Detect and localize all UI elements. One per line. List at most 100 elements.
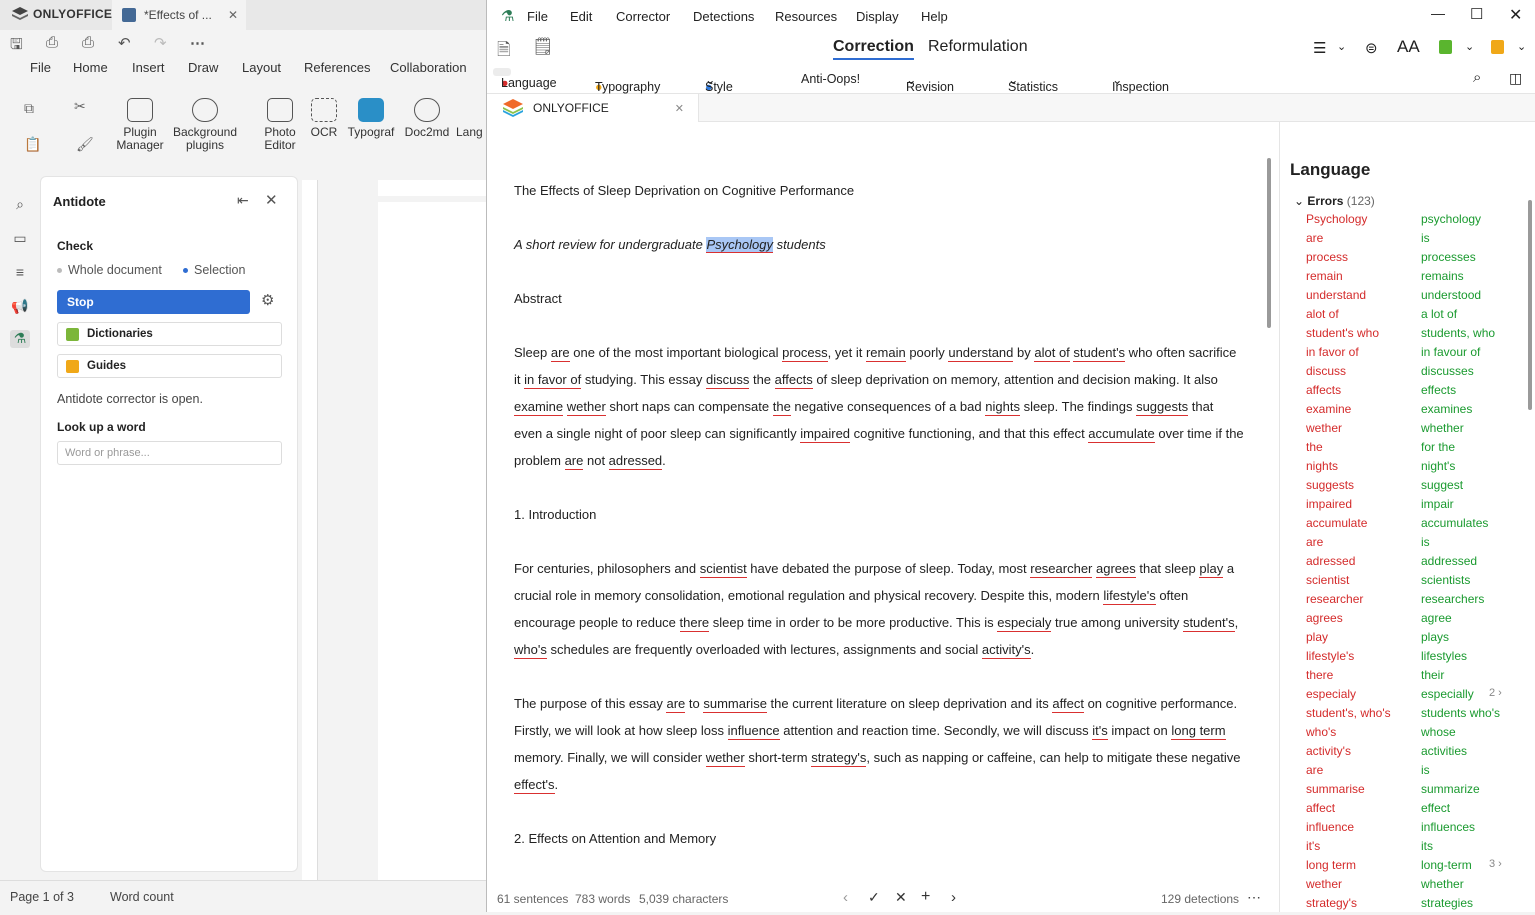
cut-icon[interactable]: ✂ xyxy=(74,98,86,115)
menu-help[interactable]: Help xyxy=(921,9,948,24)
effects-heading[interactable]: 2. Effects on Attention and Memory xyxy=(514,825,1244,852)
whole-document-option[interactable]: Whole document xyxy=(57,263,162,277)
errors-group-header[interactable]: ⌄ Errors (123) xyxy=(1294,194,1375,208)
correct-doc-icon[interactable]: 🗎 xyxy=(497,37,511,66)
filter-style[interactable]: ● Style ⌄ xyxy=(705,72,733,94)
close-tab-icon[interactable]: ✕ xyxy=(228,8,238,22)
error-row[interactable]: wether whether xyxy=(1280,421,1520,440)
error-row[interactable]: discuss discusses xyxy=(1280,364,1520,383)
announcement-icon[interactable]: 📢 xyxy=(10,298,30,316)
comments-icon[interactable]: ▭ xyxy=(10,230,30,248)
antidote-flask-icon[interactable]: ⚗ xyxy=(10,330,30,348)
text-scrollbar[interactable] xyxy=(1267,158,1271,328)
plugin-manager-button[interactable]: Plugin Manager xyxy=(112,98,168,152)
menu-file[interactable]: File xyxy=(527,9,548,24)
menu-detections[interactable]: Detections xyxy=(693,9,754,24)
correction-text-area[interactable]: The Effects of Sleep Deprivation on Cogn… xyxy=(487,122,1277,878)
error-row[interactable]: the for the xyxy=(1280,440,1520,459)
error-row[interactable]: scientist scientists xyxy=(1280,573,1520,592)
close-window-icon[interactable]: ✕ xyxy=(1509,5,1522,25)
chevron-down-icon[interactable]: ⌄ xyxy=(1465,40,1474,53)
filter-anti-oops[interactable]: Anti-Oops! xyxy=(801,72,860,86)
error-row[interactable]: lifestyle's lifestyles xyxy=(1280,649,1520,668)
error-row[interactable]: process processes xyxy=(1280,250,1520,269)
dictionaries-icon[interactable] xyxy=(1439,40,1452,54)
minimize-icon[interactable]: — xyxy=(1431,5,1445,21)
oo-menu-references[interactable]: References xyxy=(304,60,370,75)
search-icon[interactable]: ⌕ xyxy=(10,196,30,214)
error-row[interactable]: Psychology psychology xyxy=(1280,212,1520,231)
abstract-heading[interactable]: Abstract xyxy=(514,285,1244,312)
error-row[interactable]: researcher researchers xyxy=(1280,592,1520,611)
maximize-icon[interactable]: ☐ xyxy=(1470,5,1483,23)
doc-subtitle[interactable]: A short review for undergraduate Psychol… xyxy=(514,231,1244,258)
menu-display[interactable]: Display xyxy=(856,9,899,24)
error-row[interactable]: long term long-term 3 › xyxy=(1280,858,1520,877)
oo-menu-layout[interactable]: Layout xyxy=(242,60,281,75)
error-row[interactable]: nights night's xyxy=(1280,459,1520,478)
tab-reformulation[interactable]: Reformulation xyxy=(928,38,1028,56)
guides-icon[interactable] xyxy=(1491,40,1504,54)
error-row[interactable]: are is xyxy=(1280,763,1520,782)
intro-paragraph[interactable]: For centuries, philosophers and scientis… xyxy=(514,555,1244,663)
error-row[interactable]: accumulate accumulates xyxy=(1280,516,1520,535)
collapse-panel-icon[interactable]: ⇤ xyxy=(237,192,249,209)
document-tab[interactable]: ONLYOFFICE ✕ xyxy=(487,94,699,122)
guides-button[interactable]: Guides xyxy=(57,354,282,378)
abstract-paragraph[interactable]: Sleep are one of the most important biol… xyxy=(514,339,1244,474)
filter-revision[interactable]: Revision ⌄ xyxy=(906,72,954,94)
dictionaries-button[interactable]: Dictionaries xyxy=(57,322,282,346)
menu-resources[interactable]: Resources xyxy=(775,9,837,24)
doc2md-button[interactable]: Doc2md xyxy=(400,98,454,139)
navigation-icon[interactable]: ≡ xyxy=(10,264,30,282)
doc-title[interactable]: The Effects of Sleep Deprivation on Cogn… xyxy=(514,177,1244,204)
copy-icon[interactable]: ⧉ xyxy=(24,100,34,117)
filter-statistics[interactable]: Statistics ⌄ xyxy=(1008,72,1058,94)
search-icon[interactable]: ⌕ xyxy=(1473,69,1481,86)
close-panel-icon[interactable]: ✕ xyxy=(265,191,278,209)
add-icon[interactable]: + xyxy=(921,888,930,906)
oo-menu-file[interactable]: File xyxy=(30,60,51,75)
error-row[interactable]: are is xyxy=(1280,535,1520,554)
background-plugins-button[interactable]: Background plugins xyxy=(170,98,240,152)
error-row[interactable]: there their xyxy=(1280,668,1520,687)
format-painter-icon[interactable]: 🖌 xyxy=(76,136,94,153)
error-row[interactable]: influence influences xyxy=(1280,820,1520,839)
reject-icon[interactable]: ✕ xyxy=(895,889,907,906)
print-icon[interactable]: ⎙ xyxy=(46,34,58,51)
word-count-button[interactable]: Word count xyxy=(110,890,174,904)
paste-icon[interactable]: 📋 xyxy=(24,136,41,153)
filter-language[interactable]: ● Language xyxy=(493,68,557,90)
menu-edit[interactable]: Edit xyxy=(570,9,592,24)
typograf-button[interactable]: Typograf xyxy=(344,98,398,139)
layers-icon[interactable]: ⊜ xyxy=(1365,39,1378,57)
selection-option[interactable]: Selection xyxy=(183,263,245,277)
accept-icon[interactable]: ✓ xyxy=(868,889,880,906)
chevron-down-icon[interactable]: ⌄ xyxy=(1517,40,1526,53)
error-row[interactable]: it's its xyxy=(1280,839,1520,858)
error-row[interactable]: affects effects xyxy=(1280,383,1520,402)
oo-menu-home[interactable]: Home xyxy=(73,60,108,75)
more-options-icon[interactable]: ⋯ xyxy=(1247,889,1261,906)
close-tab-icon[interactable]: ✕ xyxy=(675,102,684,115)
text-size-button[interactable]: AA xyxy=(1397,37,1420,57)
error-row[interactable]: alot of a lot of xyxy=(1280,307,1520,326)
oo-menu-insert[interactable]: Insert xyxy=(132,60,165,75)
menu-corrector[interactable]: Corrector xyxy=(616,9,670,24)
error-row[interactable]: student's who students, who xyxy=(1280,326,1520,345)
lookup-input[interactable]: Word or phrase... xyxy=(57,441,282,465)
error-row[interactable]: especialy especially 2 › xyxy=(1280,687,1520,706)
language-button[interactable]: Lang xyxy=(456,126,486,139)
redo-icon[interactable]: ↷ xyxy=(154,34,167,52)
error-row[interactable]: activity's activities xyxy=(1280,744,1520,763)
error-row[interactable]: understand understood xyxy=(1280,288,1520,307)
error-row[interactable]: student's, who's students who's xyxy=(1280,706,1520,725)
chevron-down-icon[interactable]: ⌄ xyxy=(1337,40,1346,53)
intro-heading[interactable]: 1. Introduction xyxy=(514,501,1244,528)
side-panel-icon[interactable]: ◫ xyxy=(1509,70,1522,87)
error-row[interactable]: strategy's strategies xyxy=(1280,896,1520,915)
error-row[interactable]: summarise summarize xyxy=(1280,782,1520,801)
tab-correction[interactable]: Correction xyxy=(833,38,914,60)
oo-menu-collaboration[interactable]: Collaboration xyxy=(390,60,467,75)
oo-menu-draw[interactable]: Draw xyxy=(188,60,218,75)
